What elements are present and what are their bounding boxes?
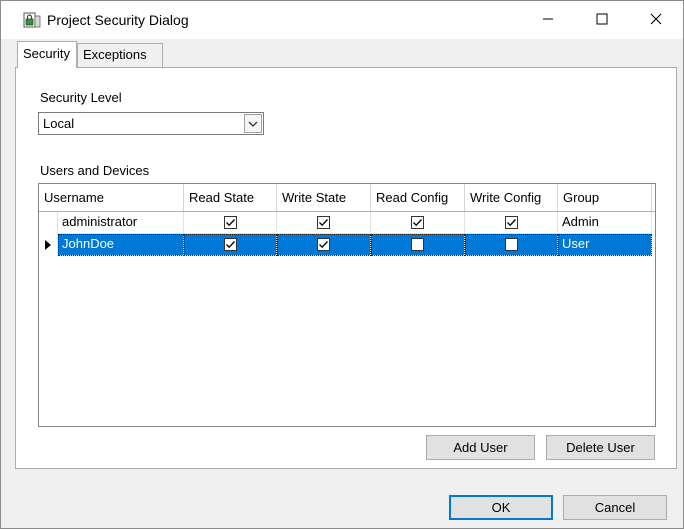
read-config-checkbox[interactable]: [411, 216, 424, 229]
tab-security[interactable]: Security: [17, 41, 77, 68]
checkmark-icon: [319, 219, 328, 227]
column-header-username[interactable]: Username: [39, 184, 184, 211]
read-state-checkbox[interactable]: [223, 238, 237, 251]
delete-user-button[interactable]: Delete User: [546, 435, 655, 460]
add-user-button[interactable]: Add User: [426, 435, 535, 460]
checkmark-icon: [319, 241, 328, 249]
cell-group[interactable]: Admin: [558, 212, 652, 234]
checkmark-icon: [225, 241, 235, 249]
cell-read-state[interactable]: [184, 234, 277, 256]
column-header-write-state[interactable]: Write State: [277, 184, 371, 211]
cell-read-config[interactable]: [371, 234, 465, 256]
minimize-button[interactable]: [523, 1, 573, 39]
read-config-checkbox[interactable]: [411, 238, 424, 251]
users-devices-label: Users and Devices: [40, 163, 150, 178]
security-level-label: Security Level: [40, 90, 122, 105]
write-config-checkbox[interactable]: [504, 216, 518, 229]
security-dialog-window: Project Security Dialog Security Excepti…: [0, 0, 684, 529]
row-header[interactable]: [39, 212, 58, 234]
minimize-icon: [542, 13, 554, 28]
checkmark-icon: [413, 219, 422, 227]
users-grid[interactable]: Username Read State Write State Read Con…: [38, 183, 656, 427]
cell-write-state[interactable]: [277, 212, 371, 234]
cell-write-config[interactable]: [465, 234, 558, 256]
security-tab-panel: Security Level Local Users and Devices U…: [15, 67, 677, 469]
write-state-checkbox[interactable]: [317, 238, 330, 251]
cell-username[interactable]: JohnDoe: [58, 234, 184, 256]
cell-write-config[interactable]: [465, 212, 558, 234]
maximize-button[interactable]: [577, 1, 627, 39]
grid-header: Username Read State Write State Read Con…: [39, 184, 655, 212]
maximize-icon: [596, 13, 608, 28]
close-icon: [650, 13, 662, 28]
read-state-checkbox[interactable]: [223, 216, 237, 229]
column-header-group[interactable]: Group: [558, 184, 652, 211]
cell-read-state[interactable]: [184, 212, 277, 234]
lock-document-icon: [23, 12, 41, 28]
cell-username[interactable]: administrator: [58, 212, 184, 234]
row-header[interactable]: [39, 234, 58, 256]
column-header-read-state[interactable]: Read State: [184, 184, 277, 211]
column-header-write-config[interactable]: Write Config: [465, 184, 558, 211]
security-level-value: Local: [43, 116, 75, 131]
checkmark-icon: [506, 219, 516, 227]
ok-button[interactable]: OK: [449, 495, 553, 520]
cell-write-state[interactable]: [277, 234, 371, 256]
write-config-checkbox[interactable]: [504, 238, 518, 251]
dropdown-button[interactable]: [244, 114, 262, 133]
chevron-down-icon: [248, 116, 258, 131]
security-level-dropdown[interactable]: Local: [38, 112, 264, 135]
write-state-checkbox[interactable]: [317, 216, 330, 229]
checkmark-icon: [225, 219, 235, 227]
cancel-button[interactable]: Cancel: [563, 495, 667, 520]
title-bar[interactable]: Project Security Dialog: [1, 1, 683, 39]
column-header-read-config[interactable]: Read Config: [371, 184, 465, 211]
window-title: Project Security Dialog: [47, 12, 189, 28]
cell-group[interactable]: User: [558, 234, 652, 256]
tab-exceptions[interactable]: Exceptions: [77, 43, 163, 67]
tab-strip: Security Exceptions: [15, 41, 675, 68]
table-row[interactable]: administrator Admin: [39, 212, 655, 234]
close-button[interactable]: [631, 1, 681, 39]
current-row-arrow-icon: [45, 238, 51, 253]
cell-read-config[interactable]: [371, 212, 465, 234]
table-row[interactable]: JohnDoe User: [39, 234, 655, 256]
